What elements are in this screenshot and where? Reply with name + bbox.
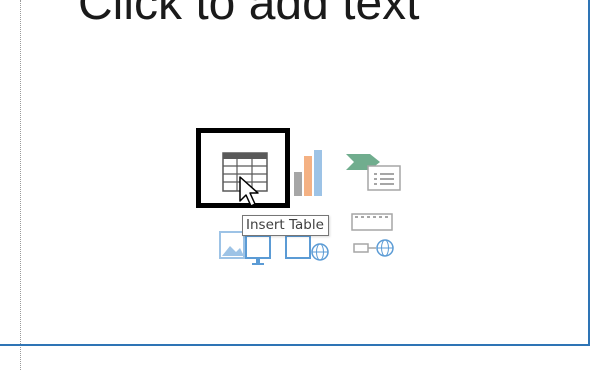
slide-bottom-edge: [0, 344, 590, 346]
slide-right-edge: [588, 0, 590, 344]
mouse-cursor-icon: [239, 176, 259, 207]
slide-left-edge: [20, 0, 21, 370]
online-pictures-icon[interactable]: [244, 232, 339, 268]
video-icon[interactable]: [340, 210, 402, 266]
smartart-icon[interactable]: [344, 150, 404, 196]
content-placeholder-text[interactable]: Click to add text: [78, 0, 419, 32]
chart-icon[interactable]: [290, 148, 332, 198]
insert-table-tooltip: Insert Table: [242, 215, 329, 236]
